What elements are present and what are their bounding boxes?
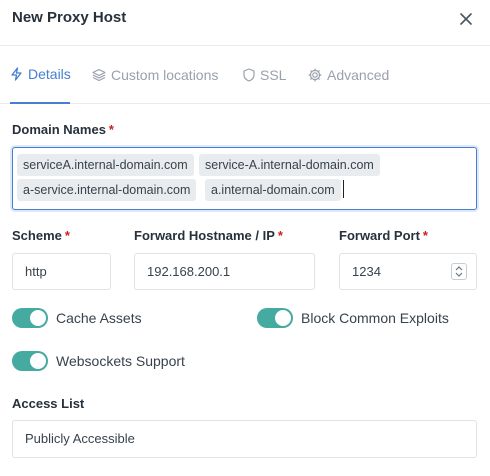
- access-list-select[interactable]: Publicly Accessible: [12, 420, 477, 458]
- dialog-title: New Proxy Host: [12, 9, 127, 26]
- block-common-exploits-label: Block Common Exploits: [301, 310, 449, 326]
- close-button[interactable]: [455, 8, 477, 30]
- forward-hostname-input[interactable]: 192.168.200.1: [134, 253, 315, 290]
- tab-ssl-label: SSL: [260, 67, 287, 83]
- forward-hostname-label: Forward Hostname / IP *: [134, 228, 283, 243]
- tab-details-label: Details: [28, 66, 71, 82]
- block-exploits-toggle-row: Block Common Exploits: [257, 308, 449, 328]
- tab-bar: Details Custom locations SSL Advanced: [0, 46, 490, 104]
- toggle-knob: [30, 353, 46, 369]
- websockets-toggle-row: Websockets Support: [12, 351, 185, 371]
- block-common-exploits-toggle[interactable]: [257, 308, 293, 328]
- forward-hostname-label-text: Forward Hostname / IP: [134, 228, 275, 243]
- domain-names-label-text: Domain Names: [12, 122, 106, 137]
- cache-assets-toggle[interactable]: [12, 308, 48, 328]
- tab-custom-locations[interactable]: Custom locations: [92, 46, 218, 104]
- websockets-support-toggle[interactable]: [12, 351, 48, 371]
- domain-chip[interactable]: serviceA.internal-domain.com: [17, 154, 194, 176]
- required-mark: *: [64, 228, 70, 243]
- text-cursor: [343, 180, 344, 198]
- required-mark: *: [277, 228, 283, 243]
- websockets-support-label: Websockets Support: [56, 353, 185, 369]
- close-icon[interactable]: [460, 13, 472, 25]
- tab-custom-locations-label: Custom locations: [111, 67, 219, 83]
- dialog-header: New Proxy Host: [0, 0, 490, 46]
- access-list-label: Access List: [12, 396, 85, 411]
- forward-port-value: 1234: [352, 264, 381, 279]
- domain-names-input[interactable]: serviceA.internal-domain.com service-A.i…: [12, 147, 477, 210]
- required-mark: *: [108, 122, 114, 137]
- required-mark: *: [422, 228, 428, 243]
- tab-details[interactable]: Details: [10, 46, 71, 104]
- scheme-input[interactable]: http: [12, 253, 111, 290]
- cache-assets-label: Cache Assets: [56, 310, 142, 326]
- shield-icon: [243, 68, 255, 82]
- lightning-icon: [11, 67, 22, 81]
- stepper-arrows-icon[interactable]: [455, 266, 463, 277]
- scheme-label-text: Scheme: [12, 228, 62, 243]
- domain-names-label: Domain Names *: [12, 122, 114, 137]
- port-stepper[interactable]: [451, 263, 467, 280]
- domain-chip[interactable]: service-A.internal-domain.com: [199, 154, 380, 176]
- tab-advanced[interactable]: Advanced: [308, 46, 389, 104]
- tab-ssl[interactable]: SSL: [243, 46, 286, 104]
- domain-chip[interactable]: a-service.internal-domain.com: [17, 179, 197, 201]
- tab-advanced-label: Advanced: [327, 67, 390, 83]
- layers-icon: [92, 68, 106, 82]
- cache-assets-toggle-row: Cache Assets: [12, 308, 142, 328]
- domain-chip[interactable]: a.internal-domain.com: [205, 179, 341, 201]
- forward-port-label: Forward Port *: [339, 228, 428, 243]
- gear-icon: [308, 68, 322, 82]
- toggle-knob: [275, 310, 291, 326]
- forward-port-input[interactable]: 1234: [339, 253, 477, 290]
- toggle-knob: [30, 310, 46, 326]
- scheme-label: Scheme *: [12, 228, 70, 243]
- forward-port-label-text: Forward Port: [339, 228, 420, 243]
